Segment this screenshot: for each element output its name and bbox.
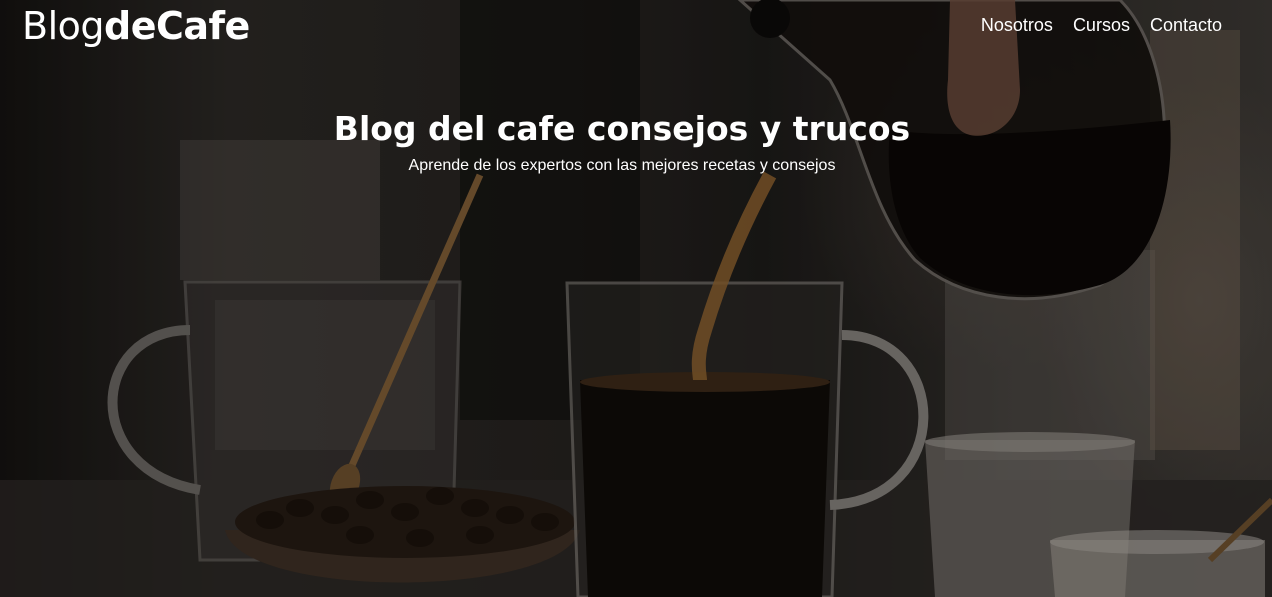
site-header: BlogdeCafe Nosotros Cursos Contacto <box>0 0 1272 56</box>
nav-link-nosotros[interactable]: Nosotros <box>981 14 1053 36</box>
nav-link-contacto[interactable]: Contacto <box>1150 14 1222 36</box>
main-navigation: Nosotros Cursos Contacto <box>981 14 1222 36</box>
hero-section: BlogdeCafe Nosotros Cursos Contacto Blog… <box>0 0 1272 597</box>
logo-text-bold: deCafe <box>104 4 250 48</box>
hero-dark-overlay <box>0 0 1272 597</box>
site-logo[interactable]: BlogdeCafe <box>22 2 250 50</box>
hero-text-block: Blog del cafe consejos y trucos Aprende … <box>0 106 1244 176</box>
hero-subtitle: Aprende de los expertos con las mejores … <box>408 157 836 174</box>
hero-title: Blog del cafe consejos y trucos <box>333 109 911 148</box>
logo-text-light: Blog <box>22 4 105 48</box>
nav-link-cursos[interactable]: Cursos <box>1073 14 1130 36</box>
